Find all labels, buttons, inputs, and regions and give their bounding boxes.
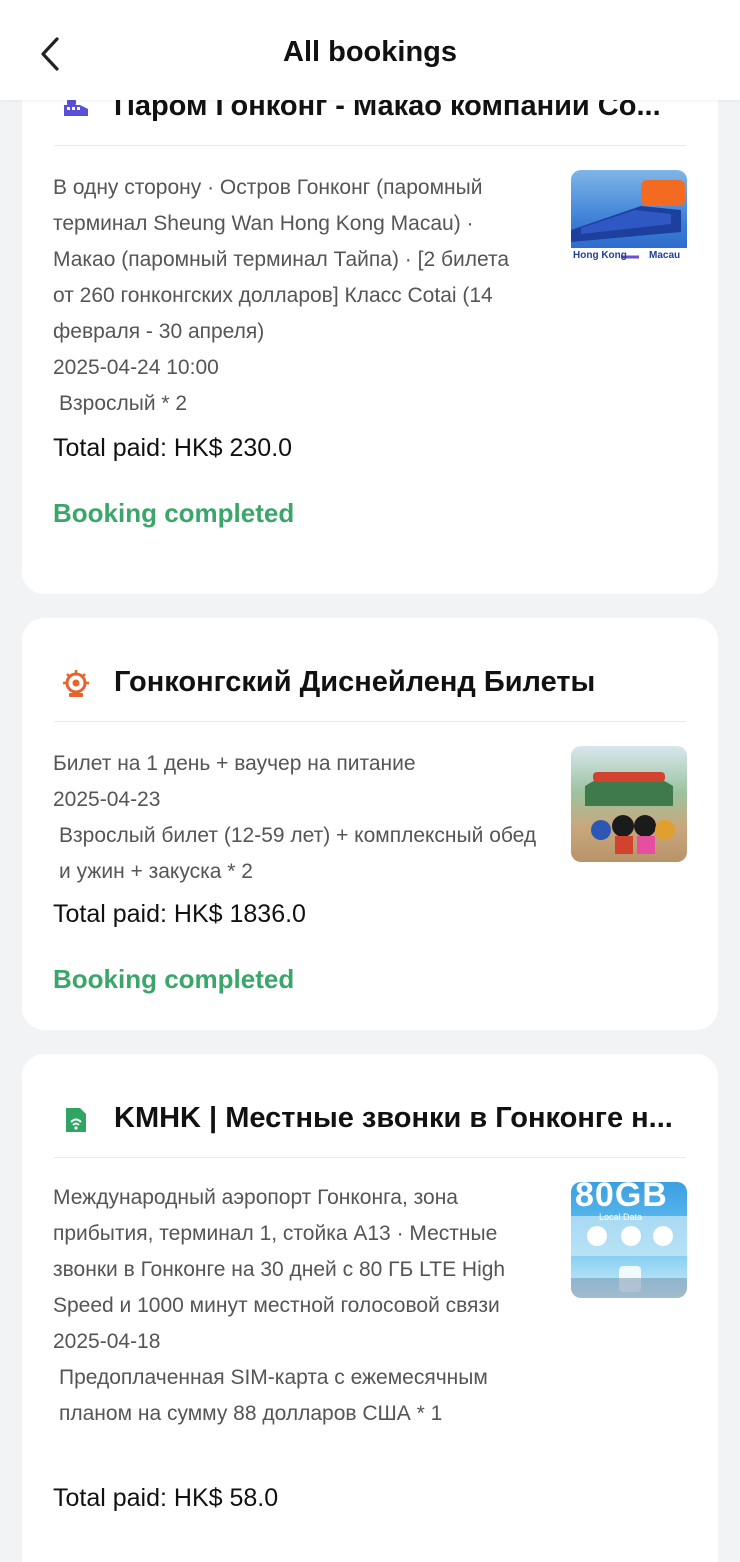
- booking-card-disneyland[interactable]: Гонконгский Диснейленд Билеты Билет на 1…: [22, 618, 718, 1030]
- booking-quantity: Взрослый билет (12-59 лет) + комплексный…: [59, 824, 537, 883]
- total-paid: Total paid: HK$ 58.0: [53, 1484, 279, 1512]
- booking-card-header: KMHK | Местные звонки в Гонконге н...: [54, 1082, 686, 1158]
- booking-quantity: Предоплаченная SIM-карта с ежемесячным п…: [59, 1366, 488, 1425]
- bookings-list[interactable]: Паром Гонконг - Макао компании Co... В о…: [0, 100, 740, 1562]
- top-nav-bar: All bookings: [0, 0, 740, 100]
- booking-title[interactable]: Гонконгский Диснейленд Билеты: [114, 666, 686, 699]
- ferry-photo-image: [571, 180, 687, 266]
- booking-title[interactable]: KMHK | Местные звонки в Гонконге н...: [114, 1102, 686, 1135]
- booking-title[interactable]: Паром Гонконг - Макао компании Co...: [114, 100, 686, 123]
- booking-details: В одну сторону · Остров Гонконг (паромны…: [53, 170, 523, 422]
- booking-card-ferry[interactable]: Паром Гонконг - Макао компании Co... В о…: [22, 100, 718, 594]
- attraction-icon: [60, 668, 92, 700]
- booking-date: 2025-04-24 10:00: [53, 356, 219, 379]
- sim-card-icon: [60, 1104, 92, 1136]
- page-title: All bookings: [283, 36, 457, 68]
- booking-status[interactable]: Booking completed: [53, 498, 294, 529]
- booking-date: 2025-04-18: [53, 1330, 161, 1353]
- booking-description: Международный аэропорт Гонконга, зона пр…: [53, 1186, 506, 1317]
- thumb-headline: 80GB: [575, 1182, 668, 1214]
- thumb-subtitle: Local Data: [599, 1212, 643, 1222]
- total-paid: Total paid: HK$ 1836.0: [53, 900, 306, 928]
- total-paid: Total paid: HK$ 230.0: [53, 434, 293, 462]
- disneyland-photo-image: [585, 772, 675, 854]
- booking-description: В одну сторону · Остров Гонконг (паромны…: [53, 176, 510, 343]
- booking-thumbnail[interactable]: Hong Kong Macau: [571, 170, 687, 286]
- booking-card-header: Паром Гонконг - Макао компании Co...: [54, 100, 686, 146]
- thumb-label-origin: Hong Kong: [573, 250, 627, 261]
- booking-card-sim[interactable]: KMHK | Местные звонки в Гонконге н... Ме…: [22, 1054, 718, 1562]
- booking-details: Билет на 1 день + ваучер на питание 2025…: [53, 746, 553, 890]
- ferry-icon: [60, 100, 92, 124]
- booking-thumbnail[interactable]: [571, 746, 687, 862]
- booking-date: 2025-04-23: [53, 788, 161, 811]
- booking-quantity: Взрослый * 2: [59, 392, 188, 415]
- booking-description: Билет на 1 день + ваучер на питание: [53, 752, 416, 775]
- booking-thumbnail[interactable]: 80GB Local Data: [571, 1182, 687, 1298]
- booking-details: Международный аэропорт Гонконга, зона пр…: [53, 1180, 553, 1432]
- booking-card-header: Гонконгский Диснейленд Билеты: [54, 646, 686, 722]
- booking-status[interactable]: Booking completed: [53, 964, 294, 995]
- thumb-label-destination: Macau: [649, 250, 681, 261]
